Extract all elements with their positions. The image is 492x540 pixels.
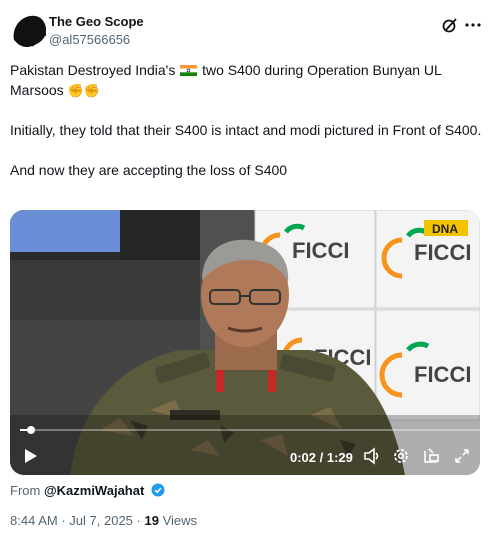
tweet-meta: 8:44 AM · Jul 7, 2025 · 19 Views [10,513,198,528]
ficci-logo-text-4: FICCI [414,362,471,387]
tweet-text: Pakistan Destroyed India's two S400 duri… [10,60,482,180]
views-count: 19 [144,513,159,528]
tweet-paragraph-1: Pakistan Destroyed India's two S400 duri… [10,62,442,98]
fist-emoji-icon: ✊✊ [67,83,100,98]
progress-knob[interactable] [27,426,35,434]
author-display-name[interactable]: The Geo Scope [49,14,144,29]
video-player[interactable]: FICCI FICCI DNA FICCI FICCI 0:02 / 1:29 [10,210,480,475]
pip-icon[interactable] [422,446,442,466]
author-handle[interactable]: @al57566656 [49,32,130,47]
play-icon[interactable] [20,446,40,466]
tweet-time[interactable]: 8:44 AM [10,513,58,528]
fullscreen-icon[interactable] [452,446,472,466]
india-flag-icon [180,65,198,76]
volume-icon[interactable] [362,446,382,466]
video-frame: FICCI FICCI DNA FICCI FICCI [10,210,480,475]
source-account-link[interactable]: @KazmiWajahat [44,483,144,498]
views-label: Views [162,513,198,528]
dna-watermark: DNA [432,222,458,236]
grok-icon[interactable] [441,16,459,34]
avatar[interactable] [10,10,50,50]
tweet-paragraph-2: Initially, they told that their S400 is … [10,122,482,138]
ficci-logo-text-2: FICCI [414,240,471,265]
progress-bar[interactable] [20,426,480,434]
more-icon[interactable] [464,16,482,34]
ficci-logo-text-1: FICCI [292,238,349,263]
tweet-date[interactable]: Jul 7, 2025 [69,513,133,528]
video-time-display: 0:02 / 1:29 [290,450,353,465]
settings-icon[interactable] [391,446,411,466]
verified-badge-icon [151,483,165,497]
tweet-paragraph-3: And now they are accepting the loss of S… [10,162,288,178]
from-attribution: From @KazmiWajahat [10,483,165,498]
